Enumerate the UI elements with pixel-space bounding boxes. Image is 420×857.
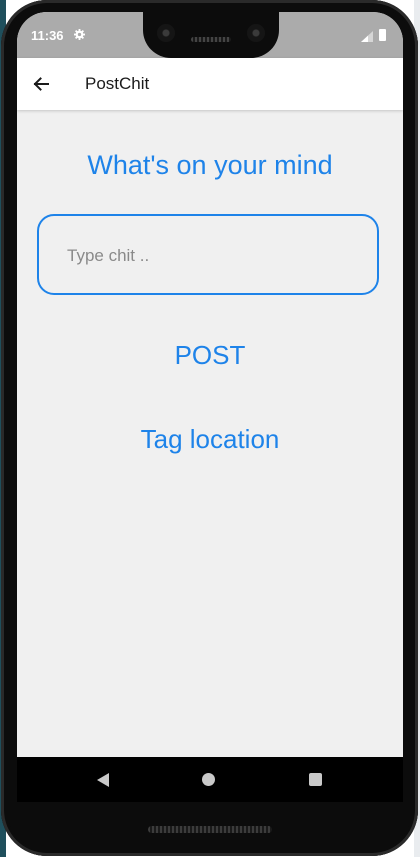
phone-screen: 11:36 PostChit What's on your mind Type … bbox=[17, 12, 403, 802]
signal-icon bbox=[361, 31, 373, 42]
bottom-speaker bbox=[148, 826, 272, 833]
camera-notch bbox=[143, 12, 279, 58]
earpiece-speaker bbox=[191, 37, 231, 42]
front-camera-icon bbox=[157, 24, 175, 42]
battery-icon bbox=[379, 29, 386, 41]
front-camera-icon bbox=[247, 24, 265, 42]
nav-recents-icon[interactable] bbox=[309, 773, 322, 786]
chit-input[interactable] bbox=[65, 243, 359, 269]
arrow-left-icon[interactable] bbox=[31, 74, 51, 94]
phone-frame: 11:36 PostChit What's on your mind Type … bbox=[1, 0, 418, 856]
status-time: 11:36 bbox=[31, 28, 64, 43]
status-bar: 11:36 bbox=[17, 12, 403, 58]
nav-back-icon[interactable] bbox=[95, 772, 111, 788]
navigation-bar bbox=[17, 757, 403, 802]
app-bar: PostChit bbox=[17, 58, 403, 110]
page-title: PostChit bbox=[85, 74, 150, 93]
nav-home-icon[interactable] bbox=[202, 773, 215, 786]
tag-location-button[interactable]: Tag location bbox=[17, 424, 403, 455]
post-button[interactable]: POST bbox=[17, 340, 403, 371]
chit-input-field[interactable] bbox=[37, 214, 379, 295]
mind-heading: What's on your mind bbox=[87, 150, 333, 180]
gear-icon bbox=[74, 29, 85, 40]
